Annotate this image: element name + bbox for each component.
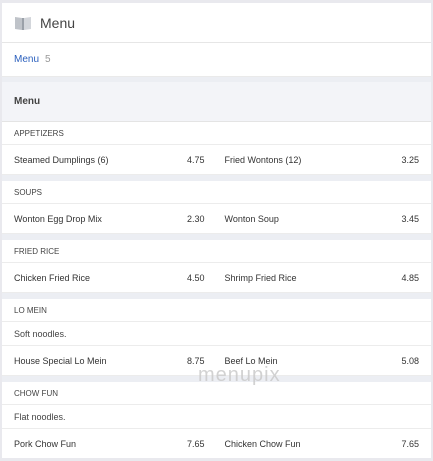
menu-row: Steamed Dumplings (6) 4.75 Fried Wontons… [2,145,431,175]
category-fried-rice: FRIED RICE [2,240,431,263]
category-chow-fun: CHOW FUN [2,382,431,405]
menu-item[interactable]: Wonton Egg Drop Mix 2.30 [2,204,217,233]
item-price: 8.75 [186,355,205,366]
breadcrumb-count: 5 [45,54,51,65]
category-lo-mein: LO MEIN [2,299,431,322]
menu-row: Pork Chow Fun 7.65 Chicken Chow Fun 7.65 [2,429,431,458]
menu-row: Wonton Egg Drop Mix 2.30 Wonton Soup 3.4… [2,204,431,234]
menu-card: Menu Menu 5 Menu APPETIZERS Steamed Dump… [2,3,431,458]
category-description: Soft noodles. [2,322,431,346]
item-name: Chicken Fried Rice [14,272,91,283]
item-name: Wonton Soup [224,213,279,224]
item-name: Wonton Egg Drop Mix [14,213,102,224]
item-price: 3.25 [401,154,419,165]
book-icon [14,15,32,31]
menu-row: House Special Lo Mein 8.75 Beef Lo Mein … [2,346,431,376]
category-appetizers: APPETIZERS [2,122,431,145]
breadcrumb: Menu 5 [2,43,431,77]
item-name: Chicken Chow Fun [224,438,301,449]
item-price: 4.85 [401,272,419,283]
menu-item[interactable]: House Special Lo Mein 8.75 [2,346,217,375]
item-price: 7.65 [401,438,419,449]
item-price: 4.75 [186,154,205,165]
menu-item[interactable]: Chicken Fried Rice 4.50 [2,263,217,292]
section-title: Menu [2,82,431,122]
menu-item[interactable]: Steamed Dumplings (6) 4.75 [2,145,217,174]
item-name: Beef Lo Mein [224,355,278,366]
item-name: Fried Wontons (12) [224,154,302,165]
item-price: 3.45 [401,213,419,224]
item-name: Steamed Dumplings (6) [14,154,109,165]
menu-item[interactable]: Fried Wontons (12) 3.25 [217,145,432,174]
page-header: Menu [2,3,431,43]
menu-item[interactable]: Beef Lo Mein 5.08 [217,346,432,375]
page-title: Menu [40,14,76,31]
category-soups: SOUPS [2,181,431,204]
menu-item[interactable]: Chicken Chow Fun 7.65 [217,429,432,458]
item-price: 7.65 [186,438,205,449]
menu-row: Chicken Fried Rice 4.50 Shrimp Fried Ric… [2,263,431,293]
item-price: 4.50 [186,272,205,283]
menu-item[interactable]: Pork Chow Fun 7.65 [2,429,217,458]
breadcrumb-menu-link[interactable]: Menu [14,54,39,65]
item-name: House Special Lo Mein [14,355,107,366]
item-price: 5.08 [401,355,419,366]
category-description: Flat noodles. [2,405,431,429]
menu-item[interactable]: Shrimp Fried Rice 4.85 [217,263,432,292]
menu-item[interactable]: Wonton Soup 3.45 [217,204,432,233]
item-price: 2.30 [186,213,205,224]
item-name: Shrimp Fried Rice [224,272,297,283]
item-name: Pork Chow Fun [14,438,77,449]
